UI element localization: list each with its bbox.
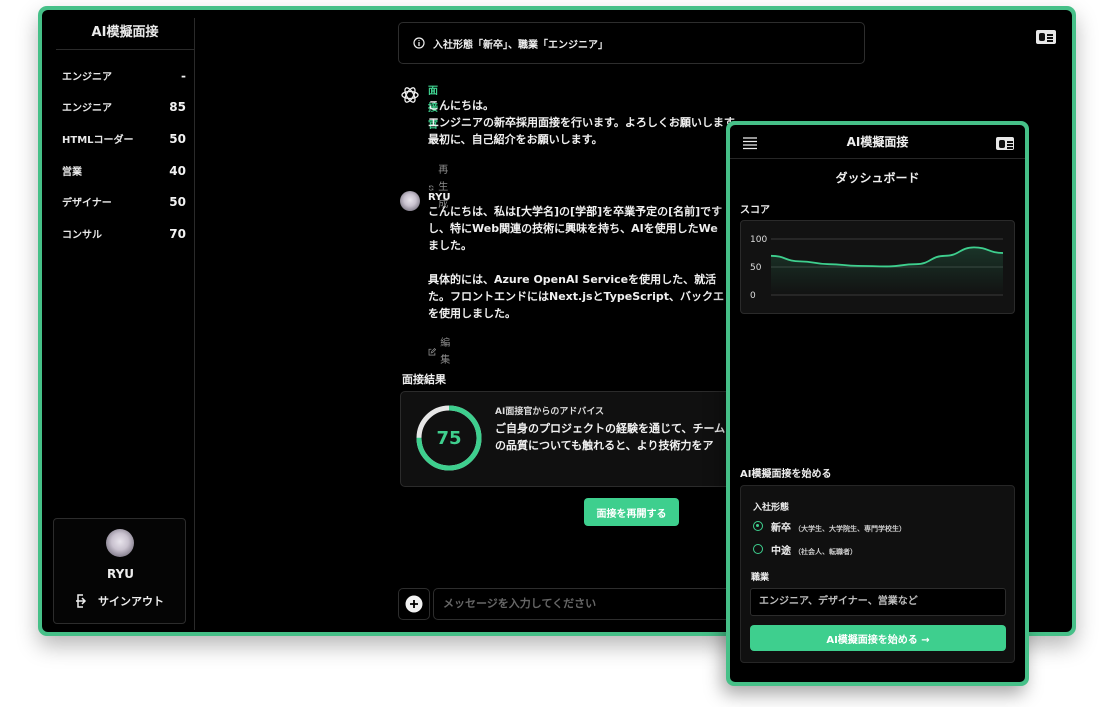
sidebar-item-designer[interactable]: デザイナー 50 (62, 194, 186, 210)
result-section-title: 面接結果 (402, 373, 446, 386)
sidebar-item-score: 40 (169, 163, 186, 178)
sidebar-item-label: エンジニア (62, 103, 112, 114)
score-value: 75 (436, 427, 462, 449)
sidebar-title: AI模擬面接 (56, 18, 194, 50)
sidebar-item-score: 70 (169, 226, 186, 241)
chart-y-tick-label: 0 (750, 291, 756, 301)
score-chart-canvas: 100 50 0 (750, 235, 1004, 301)
restart-interview-button[interactable]: 面接を再開する (584, 498, 679, 526)
edit-label: 編集 (440, 338, 451, 366)
edit-icon (428, 348, 437, 356)
mobile-header: AI模擬面接 (730, 125, 1025, 159)
message-input[interactable]: メッセージを入力してください (433, 588, 733, 620)
info-banner-text: 入社形態「新卒」、職業「エンジニア」 (433, 39, 608, 51)
option-label: 新卒 (771, 523, 791, 534)
sidebar-item-label: HTMLコーダー (62, 135, 134, 146)
profile-card-icon[interactable] (996, 137, 1014, 150)
message-text: こんにちは。 エンジニアの新卒採用面接を行います。よろしくお願いします。 最初に… (428, 99, 745, 146)
option-sub: （社会人、転職者） (794, 548, 857, 556)
advice-text: ご自身のプロジェクトの経験を通じて、チーム の品質についても触れると、より技術力… (495, 422, 726, 452)
info-icon (413, 37, 425, 49)
sidebar-item-score: 50 (169, 131, 186, 146)
sidebar-item-consultant[interactable]: コンサル 70 (62, 226, 186, 242)
mobile-app-screen: AI模擬面接 ダッシュボード スコア 100 50 0 AI模擬面接を始める 入… (730, 125, 1025, 682)
profile-card-icon[interactable] (1036, 30, 1056, 44)
signout-button[interactable]: サインアウト (74, 593, 164, 609)
mobile-app-window: AI模擬面接 ダッシュボード スコア 100 50 0 AI模擬面接を始める 入… (726, 121, 1029, 686)
chart-area-fill (771, 247, 1003, 295)
radio-mid-career[interactable] (753, 544, 763, 554)
attach-button[interactable] (398, 588, 430, 620)
user-name: RYU (106, 567, 135, 581)
openai-logo-icon (401, 87, 419, 103)
plus-icon (405, 595, 423, 613)
advice-label: AI面接官からのアドバイス (495, 407, 605, 417)
sidebar-item-label: エンジニア (62, 72, 112, 83)
score-chart: 100 50 0 (740, 220, 1015, 314)
start-section-title: AI模擬面接を始める (740, 469, 832, 480)
sidebar-item-score: 85 (169, 99, 186, 114)
sidebar-item-score: 50 (169, 194, 186, 209)
job-input[interactable]: エンジニア、デザイナー、営業など (750, 588, 1006, 616)
dashboard-title: ダッシュボード (835, 171, 920, 185)
sidebar-item-engineer-unscored[interactable]: エンジニア - (62, 68, 186, 84)
option-mid-career[interactable]: 中途 （社会人、転職者） (771, 542, 857, 557)
job-label: 職業 (751, 573, 770, 583)
option-sub: （大学生、大学院生、専門学校生） (794, 525, 906, 533)
user-card: RYU サインアウト (53, 518, 186, 624)
sidebar-item-sales[interactable]: 営業 40 (62, 163, 186, 179)
edit-button[interactable]: 編集 (428, 335, 454, 369)
mobile-app-title: AI模擬面接 (846, 135, 909, 149)
sidebar-item-label: デザイナー (62, 198, 112, 209)
option-new-graduate[interactable]: 新卒 （大学生、大学院生、専門学校生） (771, 519, 906, 534)
entry-type-label: 入社形態 (753, 503, 790, 513)
sidebar-item-html-coder[interactable]: HTMLコーダー 50 (62, 131, 186, 147)
sidebar-item-label: コンサル (62, 230, 102, 241)
sidebar-item-label: 営業 (62, 167, 82, 178)
user-avatar (400, 191, 420, 211)
avatar (106, 529, 134, 557)
sidebar-item-engineer[interactable]: エンジニア 85 (62, 99, 186, 115)
signout-icon (76, 594, 87, 608)
start-interview-form: 入社形態 新卒 （大学生、大学院生、専門学校生） 中途 （社会人、転職者） 職業 エ… (740, 485, 1015, 663)
signout-label: サインアウト (98, 595, 164, 608)
sidebar-item-score: - (181, 68, 186, 83)
result-card: 75 AI面接官からのアドバイス ご自身のプロジェクトの経験を通じて、チーム の… (400, 391, 760, 487)
score-label: スコア (740, 205, 770, 216)
start-interview-button[interactable]: AI模擬面接を始める → (750, 625, 1006, 651)
radio-new-graduate[interactable] (753, 521, 763, 531)
option-label: 中途 (771, 546, 791, 557)
chart-y-tick-label: 50 (750, 263, 762, 273)
message-text: こんにちは、私は[大学名]の[学部]を卒業予定の[名前]です し、特にWeb関連… (428, 205, 724, 320)
chart-y-tick-label: 100 (750, 235, 767, 245)
interview-info-banner: 入社形態「新卒」、職業「エンジニア」 (398, 22, 865, 64)
